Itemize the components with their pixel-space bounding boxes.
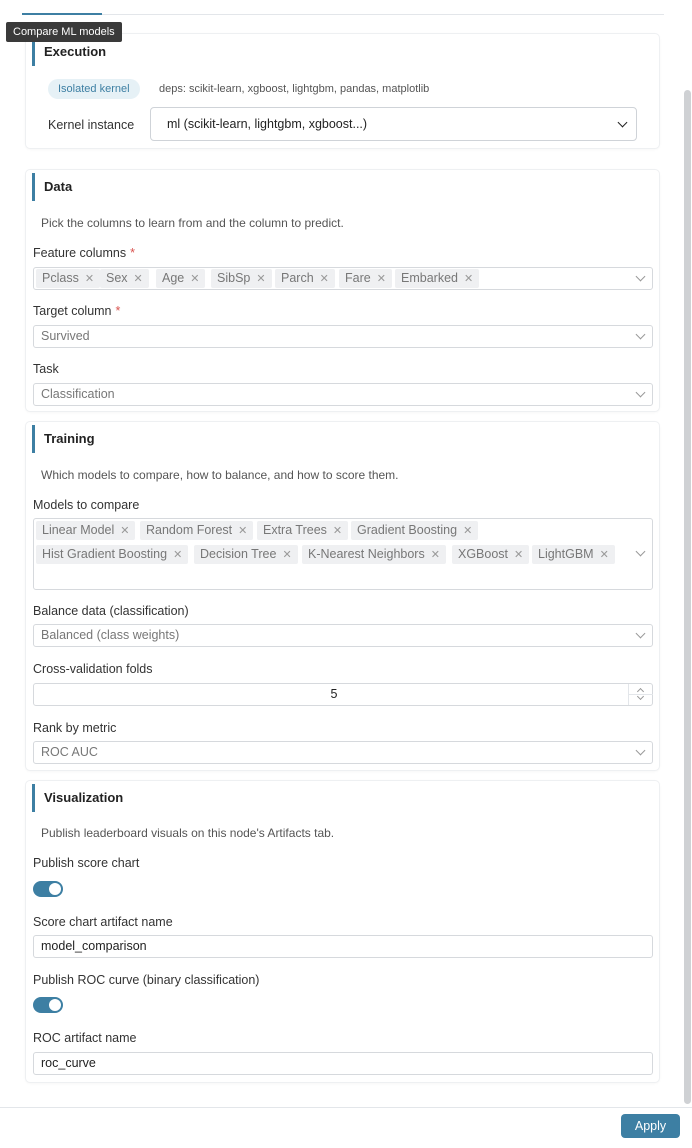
- feature-tag[interactable]: Parch ✕: [275, 269, 335, 288]
- close-icon: ✕: [256, 273, 266, 285]
- score-chart-label: Publish score chart: [33, 856, 140, 870]
- feature-columns-label: Feature columns *: [33, 246, 135, 260]
- score-name-value: model_comparison: [41, 939, 147, 953]
- close-icon: ✕: [463, 273, 474, 285]
- close-icon: ✕: [463, 525, 473, 537]
- scrollbar-thumb[interactable]: [684, 90, 691, 1104]
- model-tag[interactable]: Gradient Boosting ✕: [351, 521, 479, 540]
- feature-tag[interactable]: Pclass ✕: [36, 269, 101, 288]
- models-label: Models to compare: [33, 498, 140, 512]
- active-tab-indicator: [22, 13, 102, 15]
- execution-section: Execution Isolated kernel deps: scikit-l…: [26, 34, 659, 148]
- cv-folds-input[interactable]: 5: [33, 683, 653, 706]
- close-icon: ✕: [319, 273, 329, 285]
- apply-button[interactable]: Apply: [621, 1114, 680, 1138]
- feature-tag[interactable]: Sex ✕: [100, 269, 149, 288]
- chevron-down-icon: [635, 387, 646, 398]
- chevron-down-icon: [635, 546, 646, 557]
- feature-tag[interactable]: Age ✕: [156, 269, 206, 288]
- close-icon: ✕: [238, 525, 248, 537]
- close-icon: ✕: [133, 273, 143, 285]
- score-name-input[interactable]: model_comparison: [33, 935, 653, 958]
- feature-columns-multiselect[interactable]: Pclass ✕ Sex ✕ Age ✕ SibSp ✕ Parch ✕ Fare ✕ Em…: [33, 267, 653, 290]
- training-title: Training: [32, 425, 332, 453]
- visualization-description: Publish leaderboard visuals on this node…: [41, 826, 335, 840]
- kernel-instance-value: ml (scikit-learn, lightgbm, xgboost...): [167, 117, 368, 131]
- model-tag[interactable]: K-Nearest Neighbors ✕: [302, 545, 446, 564]
- cv-folds-value: 5: [330, 687, 338, 701]
- task-select[interactable]: Classification: [33, 383, 653, 406]
- models-multiselect[interactable]: Linear Model ✕ Random Forest ✕ Extra Trees…: [33, 518, 653, 590]
- rank-metric-label: Rank by metric: [33, 721, 117, 735]
- close-icon: ✕: [190, 273, 200, 285]
- rank-metric-value: ROC AUC: [41, 745, 98, 759]
- close-icon: ✕: [599, 549, 609, 561]
- data-section: Data Pick the columns to learn from and …: [26, 170, 659, 411]
- target-column-value: Survived: [41, 329, 90, 343]
- model-tag[interactable]: Linear Model ✕: [36, 521, 136, 540]
- roc-name-input[interactable]: roc_curve: [33, 1052, 653, 1075]
- chevron-down-icon: [635, 271, 646, 282]
- chevron-down-icon: [635, 628, 646, 639]
- visualization-section: Visualization Publish leaderboard visual…: [26, 781, 659, 1082]
- kernel-instance-select[interactable]: ml (scikit-learn, lightgbm, xgboost...): [150, 107, 637, 141]
- kernel-instance-label: Kernel instance: [48, 118, 135, 132]
- model-tag[interactable]: Random Forest ✕: [140, 521, 254, 540]
- close-icon: ✕: [173, 549, 183, 561]
- balance-label: Balance data (classification): [33, 604, 189, 618]
- toggle-knob: [49, 999, 61, 1011]
- deps-text: deps: scikit-learn, xgboost, lightgbm, p…: [159, 83, 430, 95]
- close-icon: ✕: [282, 549, 292, 561]
- number-stepper[interactable]: [628, 684, 653, 705]
- model-tag[interactable]: Hist Gradient Boosting ✕: [36, 545, 189, 564]
- close-icon: ✕: [120, 525, 130, 537]
- training-description: Which models to compare, how to balance,…: [41, 468, 399, 482]
- balance-value: Balanced (class weights): [41, 628, 180, 642]
- target-column-select[interactable]: Survived: [33, 325, 653, 348]
- model-tag[interactable]: XGBoost ✕: [452, 545, 530, 564]
- score-name-label: Score chart artifact name: [33, 915, 173, 929]
- feature-tag[interactable]: Embarked ✕: [395, 269, 480, 288]
- model-tag[interactable]: Extra Trees ✕: [257, 521, 349, 540]
- task-label: Task: [33, 362, 59, 376]
- isolated-kernel-badge: Isolated kernel: [48, 79, 140, 99]
- close-icon: ✕: [84, 273, 95, 285]
- roc-curve-toggle[interactable]: [33, 997, 63, 1013]
- balance-select[interactable]: Balanced (class weights): [33, 624, 653, 647]
- feature-tag[interactable]: Fare ✕: [339, 269, 392, 288]
- execution-title: Execution: [32, 38, 332, 66]
- model-tag[interactable]: Decision Tree ✕: [194, 545, 298, 564]
- cv-folds-label: Cross-validation folds: [33, 662, 153, 676]
- data-description: Pick the columns to learn from and the c…: [41, 216, 344, 230]
- close-icon: ✕: [514, 549, 524, 561]
- roc-curve-label: Publish ROC curve (binary classification…: [33, 973, 260, 987]
- task-value: Classification: [41, 387, 115, 401]
- training-section: Training Which models to compare, how to…: [26, 422, 659, 770]
- node-tooltip: Compare ML models: [6, 22, 122, 42]
- chevron-down-icon: [617, 117, 628, 128]
- chevron-down-icon: [635, 329, 646, 340]
- score-chart-toggle[interactable]: [33, 881, 63, 897]
- close-icon: ✕: [376, 273, 386, 285]
- feature-tag[interactable]: SibSp ✕: [211, 269, 272, 288]
- toggle-knob: [49, 883, 61, 895]
- close-icon: ✕: [332, 525, 343, 537]
- target-column-label: Target column *: [33, 304, 121, 318]
- chevron-down-icon: [635, 745, 646, 756]
- visualization-title: Visualization: [32, 784, 332, 812]
- roc-name-label: ROC artifact name: [33, 1031, 137, 1045]
- roc-name-value: roc_curve: [41, 1056, 96, 1070]
- close-icon: ✕: [430, 549, 440, 561]
- rank-metric-select[interactable]: ROC AUC: [33, 741, 653, 764]
- model-tag[interactable]: LightGBM ✕: [532, 545, 615, 564]
- data-title: Data: [32, 173, 332, 201]
- tab-strip: [22, 0, 664, 15]
- footer-divider: [0, 1107, 692, 1108]
